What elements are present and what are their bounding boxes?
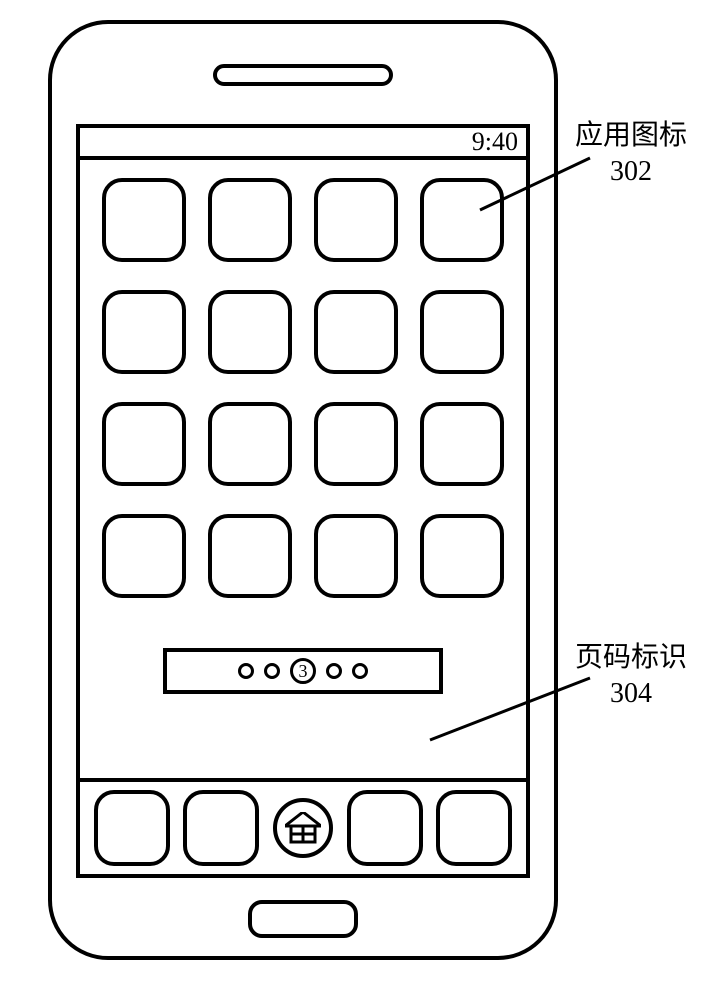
speaker-slot <box>213 64 393 86</box>
callout-page-indicator: 页码标识 304 <box>575 640 687 713</box>
callout-label: 页码标识 <box>575 642 687 673</box>
callout-label: 应用图标 <box>575 120 687 151</box>
app-icon[interactable] <box>420 402 504 486</box>
page-current[interactable]: 3 <box>290 658 316 684</box>
page-current-label: 3 <box>299 662 308 680</box>
app-icon[interactable] <box>208 514 292 598</box>
app-icon[interactable] <box>102 514 186 598</box>
app-icon[interactable] <box>420 290 504 374</box>
content-area: 3 <box>80 160 526 874</box>
page-dot[interactable] <box>352 663 368 679</box>
callout-ref: 302 <box>575 154 687 190</box>
home-app[interactable] <box>273 798 333 858</box>
app-icon[interactable] <box>420 514 504 598</box>
app-grid <box>80 160 526 626</box>
app-icon[interactable] <box>102 178 186 262</box>
status-bar: 9:40 <box>80 128 526 160</box>
callout-ref: 304 <box>575 676 687 712</box>
dock-app-icon[interactable] <box>436 790 512 866</box>
page-indicator[interactable]: 3 <box>163 648 443 694</box>
app-row <box>80 402 526 486</box>
app-row <box>80 178 526 262</box>
app-icon[interactable] <box>314 402 398 486</box>
app-icon[interactable] <box>102 290 186 374</box>
home-button[interactable] <box>248 900 358 938</box>
dock <box>80 778 526 874</box>
app-icon[interactable] <box>314 290 398 374</box>
app-icon[interactable] <box>208 402 292 486</box>
app-icon[interactable] <box>208 178 292 262</box>
page-dot[interactable] <box>326 663 342 679</box>
app-icon[interactable] <box>314 514 398 598</box>
house-icon <box>285 812 321 844</box>
page-dot[interactable] <box>264 663 280 679</box>
screen: 9:40 <box>76 124 530 878</box>
app-row <box>80 290 526 374</box>
app-icon[interactable] <box>314 178 398 262</box>
app-icon[interactable] <box>102 402 186 486</box>
dock-app-icon[interactable] <box>347 790 423 866</box>
dock-app-icon[interactable] <box>94 790 170 866</box>
app-row <box>80 514 526 598</box>
app-icon[interactable] <box>208 290 292 374</box>
dock-app-icon[interactable] <box>183 790 259 866</box>
callout-app-icon: 应用图标 302 <box>575 118 687 191</box>
page-dot[interactable] <box>238 663 254 679</box>
